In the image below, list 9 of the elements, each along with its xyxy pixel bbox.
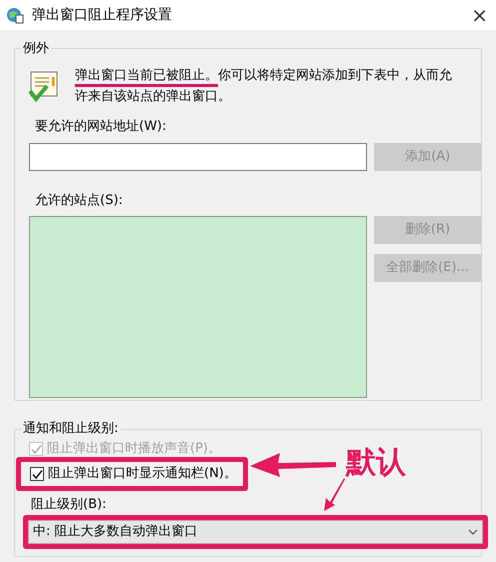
annotation-text: 默认 bbox=[346, 444, 406, 482]
checkbox-label[interactable]: 阻止弹出窗口时显示通知栏(N)。 bbox=[48, 466, 237, 482]
field-label: 阻止级别(B): bbox=[31, 497, 106, 513]
info-message: 弹出窗口当前已被阻止。你可以将特定网站添加到下表中，从而允许来自该站点的弹出窗口。 bbox=[75, 67, 453, 106]
window-title: 弹出窗口阻止程序设置 bbox=[32, 6, 172, 24]
level-dropdown[interactable]: 中: 阻止大多数自动弹出窗口 bbox=[28, 520, 483, 544]
field-label: 要允许的网站地址(W): bbox=[35, 118, 166, 136]
close-button[interactable]: × bbox=[471, 5, 490, 25]
field-label: 允许的站点(S): bbox=[35, 192, 123, 210]
